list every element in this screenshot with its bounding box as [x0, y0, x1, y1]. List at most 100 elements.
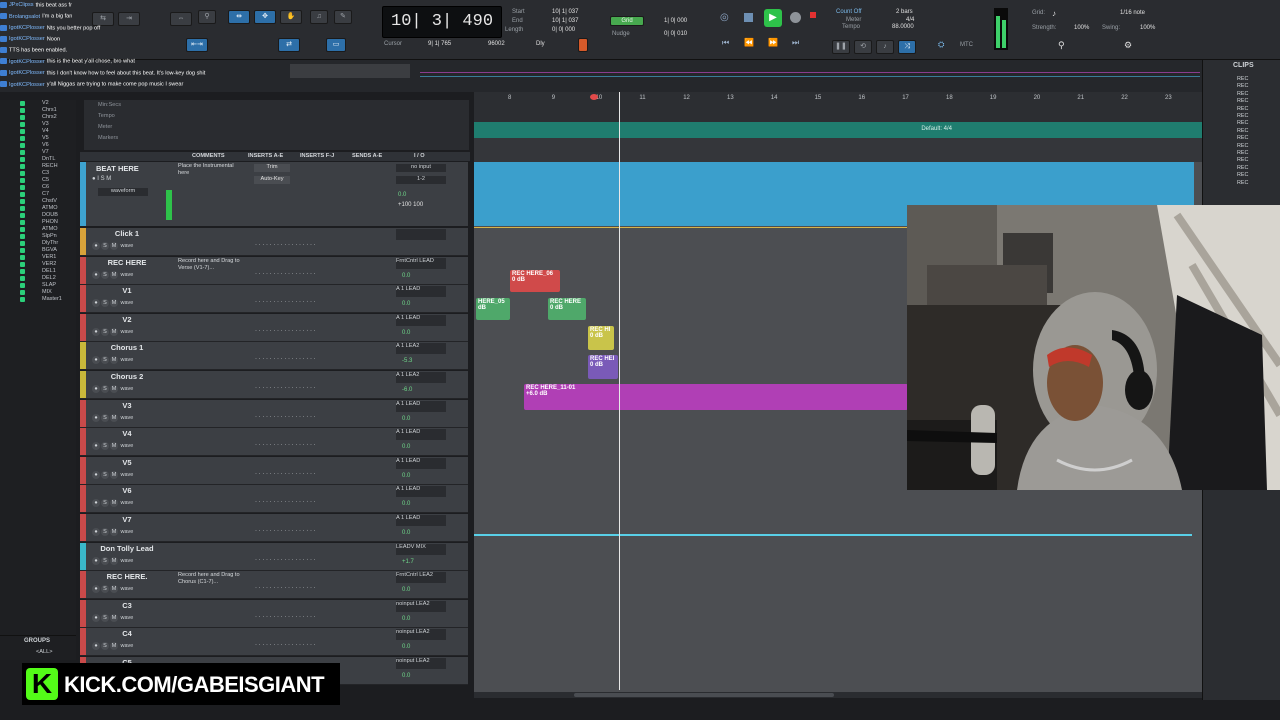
clips-list-item[interactable]: REC	[1237, 135, 1248, 141]
track-volume[interactable]: -5.3	[402, 358, 412, 364]
go-to-end-icon[interactable]: ⏭	[792, 38, 799, 48]
swing-value[interactable]: 100%	[1140, 25, 1155, 31]
loop-icon[interactable]: ⟲	[854, 40, 872, 54]
fast-forward-icon[interactable]: ⏩	[768, 38, 778, 47]
track-visible-icon[interactable]	[20, 290, 25, 295]
track-visible-icon[interactable]	[20, 178, 25, 183]
input-select[interactable]: no input	[396, 164, 446, 172]
clips-list-item[interactable]: REC	[1237, 172, 1248, 178]
clips-list-item[interactable]: REC	[1237, 83, 1248, 89]
grid-note-value[interactable]: 1/16 note	[1120, 10, 1145, 16]
track-visible-icon[interactable]	[20, 269, 25, 274]
main-counter[interactable]: 10| 3| 490	[382, 6, 502, 38]
grid-toggle-button[interactable]: Grid	[610, 16, 644, 26]
tracklist-item[interactable]: RECH	[0, 163, 76, 170]
track-row[interactable]: Chorus 1 ● S M wave · · · · · · · · · · · · …	[80, 342, 468, 371]
track-controls[interactable]: ● I S M	[92, 176, 156, 184]
markers-ruler[interactable]	[474, 138, 1202, 162]
count-off-bars[interactable]: 2 bars	[896, 9, 913, 15]
audio-clip[interactable]: REC HERE 0 dB	[548, 298, 586, 320]
tracklist-item[interactable]: C6	[0, 184, 76, 191]
track-visible-icon[interactable]	[20, 164, 25, 169]
tracklist-item[interactable]: PHON	[0, 219, 76, 226]
track-name[interactable]: V1	[90, 286, 164, 295]
track-visible-icon[interactable]	[20, 220, 25, 225]
groups-all[interactable]: <ALL>	[36, 649, 53, 655]
clips-list-item[interactable]: REC	[1237, 113, 1248, 119]
pause-icon[interactable]: ❚❚	[832, 40, 850, 54]
tracklist-item[interactable]: ChstV	[0, 198, 76, 205]
stop-button[interactable]	[744, 13, 753, 22]
audio-clip[interactable]: REC HI 0 dB	[588, 326, 614, 350]
track-row[interactable]: Chorus 2 ● S M wave · · · · · · · · · · · · …	[80, 371, 468, 399]
track-volume[interactable]: 0.0	[402, 501, 410, 507]
track-volume[interactable]: 0.0	[402, 587, 410, 593]
track-controls[interactable]: ●SM wave	[92, 613, 133, 622]
audio-clip[interactable]: HERE_05 dB	[476, 298, 510, 320]
track-name[interactable]: Don Tolly Lead	[90, 544, 164, 553]
tracklist-item[interactable]: V6	[0, 142, 76, 149]
track-io[interactable]: A 1 LEAD	[396, 429, 446, 441]
pencil-tool-button[interactable]: ✎	[334, 10, 352, 24]
tracklist-item[interactable]: BGVA	[0, 247, 76, 254]
tracklist-item[interactable]: V4	[0, 128, 76, 135]
dly-label[interactable]: Dly	[536, 41, 545, 47]
rewind-icon[interactable]: ⏪	[744, 38, 754, 47]
track-row[interactable]: Don Tolly Lead ● S M wave · · · · · · · · · …	[80, 542, 468, 571]
tracklist-item[interactable]: V7	[0, 149, 76, 156]
volume-value[interactable]: 0.0	[398, 192, 406, 198]
track-row[interactable]: C4 ● S M wave · · · · · · · · · · · · · · · …	[80, 628, 468, 657]
track-inserts[interactable]: · · · · · · · · · · · · · · · · ·	[255, 299, 316, 305]
length-value[interactable]: 0| 0| 000	[552, 27, 575, 33]
track-beat-here[interactable]: BEAT HERE ● I S M waveform Place the Ins…	[80, 162, 468, 226]
track-volume[interactable]: 0.0	[402, 330, 410, 336]
track-comment[interactable]: Place the Instrumental here	[178, 163, 246, 177]
track-inserts[interactable]: · · · · · · · · · · · · · · · · ·	[255, 414, 316, 420]
tracklist-item[interactable]: C7	[0, 191, 76, 198]
tracklist-item[interactable]: ATMO	[0, 226, 76, 233]
tracklist-item[interactable]: DnTL	[0, 156, 76, 163]
track-visible-icon[interactable]	[20, 143, 25, 148]
track-inserts[interactable]: · · · · · · · · · · · · · · · · ·	[255, 442, 316, 448]
end-value[interactable]: 10| 1| 037	[552, 18, 578, 24]
track-visible-icon[interactable]	[20, 122, 25, 127]
clips-list-item[interactable]: REC	[1237, 180, 1248, 186]
track-controls[interactable]: ●SM wave	[92, 299, 133, 308]
track-visible-icon[interactable]	[20, 213, 25, 218]
clips-list-item[interactable]: REC	[1237, 98, 1248, 104]
track-io[interactable]: LEADV MIX	[396, 543, 446, 555]
horizontal-scrollbar[interactable]	[474, 692, 1202, 698]
tracklist-item[interactable]: DOUB	[0, 212, 76, 219]
track-io[interactable]: FrntCntrl LEAD	[396, 257, 446, 269]
track-name[interactable]: V6	[90, 486, 164, 495]
track-visible-icon[interactable]	[20, 171, 25, 176]
track-row[interactable]: V2 ● S M wave · · · · · · · · · · · · · · · …	[80, 313, 468, 342]
clips-list-item[interactable]: REC	[1237, 128, 1248, 134]
track-row[interactable]: REC HERE ● S M wave Record here and Drag to …	[80, 256, 468, 285]
track-visible-icon[interactable]	[20, 129, 25, 134]
track-controls[interactable]: ●SM wave	[92, 642, 133, 651]
output-select[interactable]: 1-2	[396, 176, 446, 184]
track-volume[interactable]: 0.0	[402, 644, 410, 650]
playhead-marker-icon[interactable]	[590, 94, 598, 100]
track-inserts[interactable]: · · · · · · · · · · · · · · · · ·	[255, 557, 316, 563]
track-name[interactable]: V4	[90, 429, 164, 438]
track-controls[interactable]: ●SM wave	[92, 442, 133, 451]
tracklist-item[interactable]: C5	[0, 177, 76, 184]
track-io[interactable]: A 1 LEAD	[396, 457, 446, 469]
mtc-label[interactable]: MTC	[960, 42, 973, 48]
track-inserts[interactable]: · · · · · · · · · · · · · · · · ·	[255, 385, 316, 391]
track-controls[interactable]: ●SM wave	[92, 499, 133, 508]
play-button[interactable]: ▶	[764, 9, 782, 27]
playhead[interactable]	[619, 92, 620, 690]
track-controls[interactable]: ●SM wave	[92, 356, 133, 365]
track-io[interactable]: A 1 LEA2	[396, 343, 446, 355]
tempo-ruler[interactable]: Default: 4/4	[474, 122, 1202, 138]
track-visible-icon[interactable]	[20, 248, 25, 253]
track-visible-icon[interactable]	[20, 283, 25, 288]
track-controls[interactable]: ●SM wave	[92, 270, 133, 279]
metronome-icon[interactable]: ♪	[876, 40, 894, 54]
track-controls[interactable]: ●SM wave	[92, 556, 133, 565]
track-inserts[interactable]: · · · · · · · · · · · · · · · · ·	[255, 585, 316, 591]
track-io[interactable]: A 1 LEAD	[396, 314, 446, 326]
